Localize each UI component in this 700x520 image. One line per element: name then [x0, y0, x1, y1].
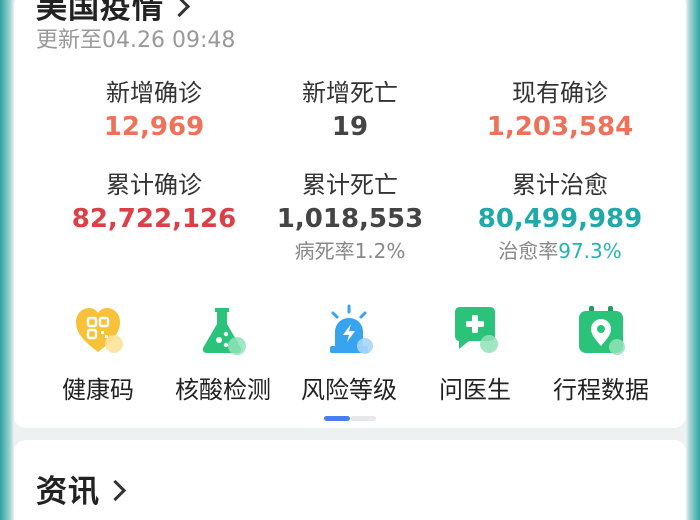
- news-title: 资讯: [36, 474, 100, 510]
- service-shortcuts: 健康码 核酸检测 风险等级 问医生 行程数据: [14, 304, 686, 404]
- itinerary-icon: [575, 304, 627, 356]
- fatality-rate-value: 1.2%: [354, 239, 406, 263]
- news-card: 资讯: [14, 440, 686, 520]
- stat-value: 1,018,553: [276, 204, 424, 234]
- page-indicator-active: [324, 416, 350, 421]
- stat-label: 累计死亡: [302, 171, 398, 199]
- service-health-code[interactable]: 健康码: [33, 304, 163, 405]
- stat-total-confirmed: 累计确诊 82,722,126: [54, 170, 254, 236]
- service-nucleic-test[interactable]: 核酸检测: [158, 304, 288, 405]
- service-label: 健康码: [62, 376, 134, 404]
- update-time: 更新至04.26 09:48: [36, 28, 236, 53]
- stat-total-deaths: 累计死亡 1,018,553 病死率1.2%: [250, 170, 450, 264]
- stat-new-confirmed: 新增确诊 12,969: [54, 78, 254, 144]
- service-label: 行程数据: [553, 376, 649, 404]
- service-risk-level[interactable]: 风险等级: [284, 304, 414, 405]
- stat-label: 现有确诊: [512, 79, 608, 107]
- stat-current-confirmed: 现有确诊 1,203,584: [460, 78, 660, 144]
- stat-label: 新增死亡: [302, 79, 398, 107]
- recovery-rate: 治愈率97.3%: [460, 238, 660, 264]
- news-title-link[interactable]: 资讯: [36, 466, 127, 511]
- recovery-rate-label: 治愈率: [498, 239, 559, 263]
- service-label: 风险等级: [301, 376, 397, 404]
- page-indicator: [324, 416, 376, 421]
- stat-value: 80,499,989: [477, 204, 643, 234]
- service-label: 问医生: [439, 376, 511, 404]
- stat-label: 累计治愈: [512, 171, 608, 199]
- health-code-icon: [72, 304, 124, 356]
- stat-value: 82,722,126: [71, 204, 237, 234]
- page-indicator-inactive: [350, 416, 376, 421]
- stat-total-recovered: 累计治愈 80,499,989 治愈率97.3%: [460, 170, 660, 264]
- service-ask-doctor[interactable]: 问医生: [410, 304, 540, 405]
- fatality-rate: 病死率1.2%: [250, 238, 450, 264]
- service-itinerary[interactable]: 行程数据: [536, 304, 666, 405]
- chevron-right-icon: [168, 0, 191, 18]
- doctor-chat-icon: [449, 304, 501, 356]
- stat-label: 新增确诊: [106, 79, 202, 107]
- fatality-rate-label: 病死率: [294, 239, 355, 263]
- epidemic-card: 美国疫情 更新至04.26 09:48 新增确诊 12,969 新增死亡 19 …: [14, 0, 686, 428]
- flask-icon: [197, 304, 249, 356]
- stat-value: 1,203,584: [486, 112, 634, 142]
- alarm-icon: [323, 304, 375, 356]
- service-label: 核酸检测: [175, 376, 271, 404]
- stat-label: 累计确诊: [106, 171, 202, 199]
- stat-value: 12,969: [103, 112, 205, 142]
- stat-value: 19: [331, 112, 369, 142]
- recovery-rate-value: 97.3%: [558, 239, 622, 263]
- chevron-right-icon: [104, 479, 127, 502]
- stat-new-deaths: 新增死亡 19: [250, 78, 450, 144]
